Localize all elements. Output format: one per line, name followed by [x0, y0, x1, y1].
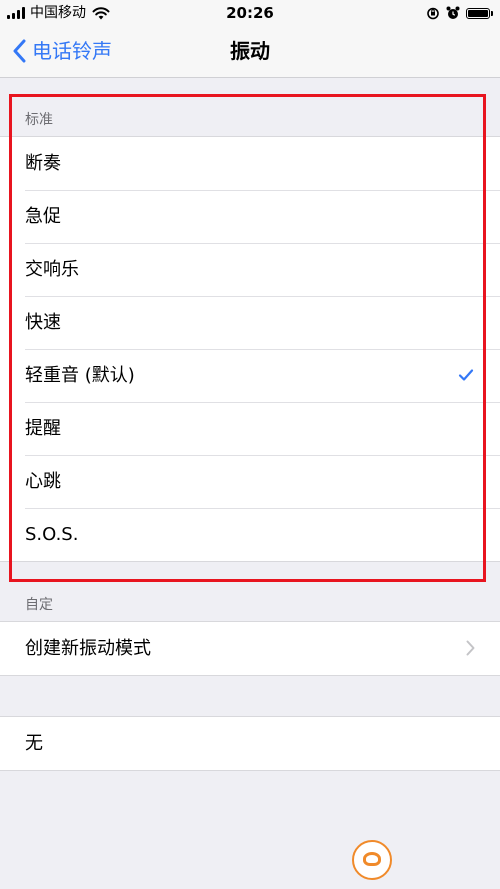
none-option-label: 无	[25, 732, 43, 754]
battery-icon	[466, 7, 493, 19]
watermark-logo-icon	[352, 840, 392, 880]
page-title: 振动	[230, 39, 270, 63]
option-label: 心跳	[25, 470, 61, 492]
vibration-option-6[interactable]: 心跳	[0, 455, 500, 508]
vibration-option-1[interactable]: 急促	[0, 190, 500, 243]
alarm-icon	[446, 6, 460, 19]
vibration-option-2[interactable]: 交响乐	[0, 243, 500, 296]
vibration-option-0[interactable]: 断奏	[0, 137, 500, 190]
section-header-standard: 标准	[25, 112, 53, 128]
vibration-option-7[interactable]: S.O.S.	[0, 508, 500, 561]
create-vibration-label: 创建新振动模式	[25, 637, 151, 659]
section-header-custom: 自定	[25, 597, 53, 613]
checkmark-icon	[458, 369, 474, 381]
option-label: 快速	[25, 311, 61, 333]
status-right	[426, 4, 493, 22]
vibration-option-4[interactable]: 轻重音 (默认)	[0, 349, 500, 402]
option-label: 交响乐	[25, 258, 79, 280]
option-label: 急促	[25, 205, 61, 227]
orientation-lock-icon	[427, 7, 439, 20]
option-label: S.O.S.	[25, 523, 79, 545]
vibration-option-3[interactable]: 快速	[0, 296, 500, 349]
create-vibration-button[interactable]: 创建新振动模式	[0, 622, 500, 675]
none-option[interactable]: 无	[0, 717, 500, 770]
option-label: 提醒	[25, 417, 61, 439]
navigation-bar: 电话铃声 振动	[0, 26, 500, 78]
vibration-option-5[interactable]: 提醒	[0, 402, 500, 455]
status-time: 20:26	[226, 4, 274, 22]
option-label: 轻重音 (默认)	[25, 364, 135, 386]
none-list: 无	[0, 716, 500, 771]
standard-list: 断奏 急促 交响乐 快速 轻重音 (默认) 提醒 心跳 S.O.S.	[0, 136, 500, 562]
status-bar: 中国移动 20:26	[0, 0, 500, 26]
option-label: 断奏	[25, 152, 61, 174]
watermark	[352, 837, 492, 883]
chevron-right-icon	[466, 640, 475, 656]
custom-list: 创建新振动模式	[0, 621, 500, 676]
